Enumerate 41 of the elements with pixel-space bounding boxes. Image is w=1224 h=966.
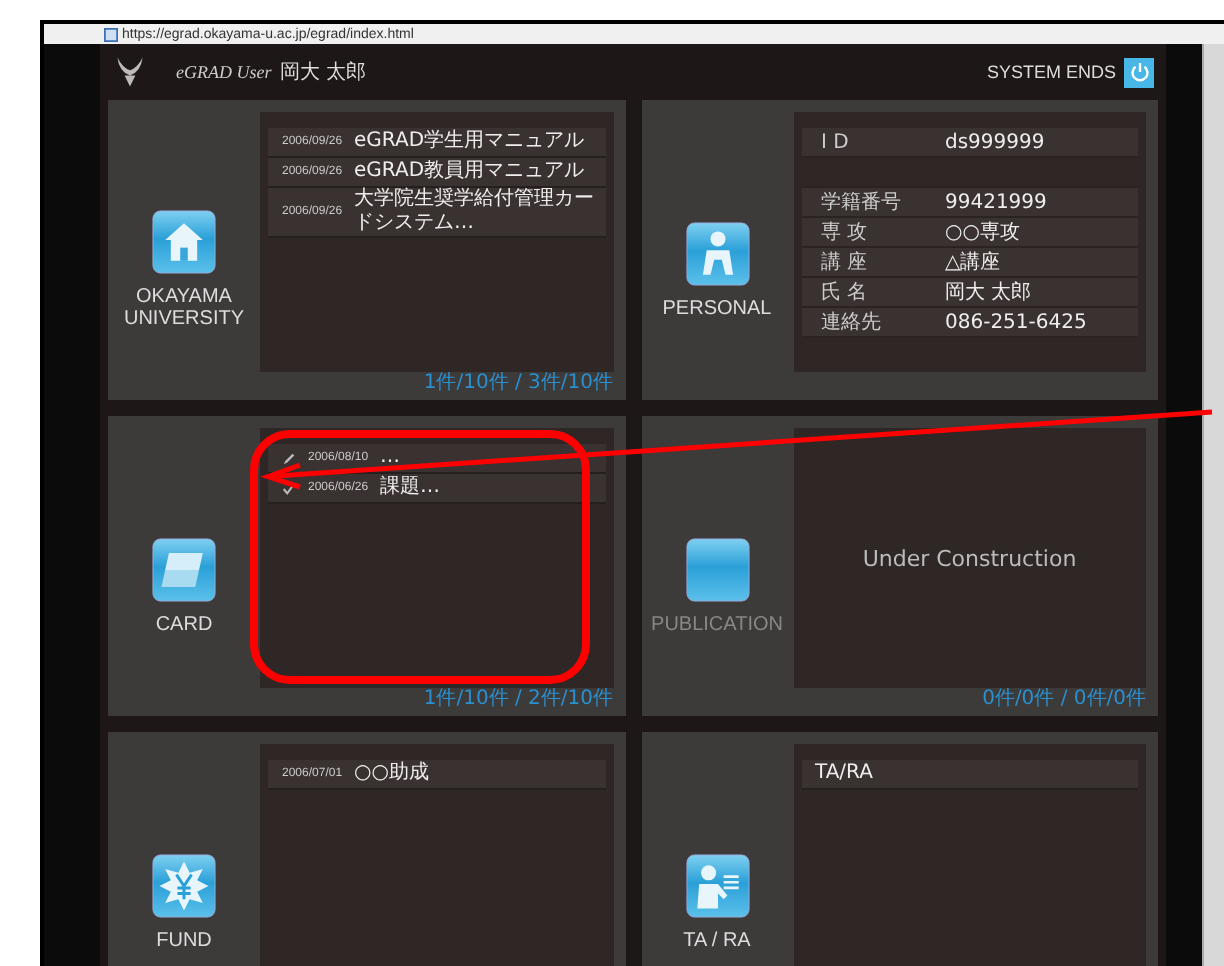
page-icon: [104, 27, 118, 41]
emblem-icon: [112, 54, 148, 90]
field-value: ds999999: [945, 131, 1045, 153]
field-value: ○○専攻: [945, 219, 1020, 246]
brand-logo: eGRAD User: [176, 62, 272, 82]
field-label: 連絡先: [821, 309, 883, 336]
panel-title[interactable]: PERSONAL: [645, 297, 789, 319]
news-title: …: [380, 446, 401, 470]
user-name: 岡大 太郎: [279, 59, 366, 86]
cards-icon[interactable]: [152, 537, 216, 601]
field-value: 99421999: [945, 191, 1047, 213]
news-title: TA/RA: [815, 762, 873, 786]
pencil-icon: [282, 451, 296, 465]
house-icon[interactable]: [152, 210, 216, 274]
panel-title[interactable]: OKAYAMA UNIVERSITY: [112, 286, 256, 330]
news-title: 課題…: [380, 476, 441, 500]
yen-icon[interactable]: [152, 853, 216, 917]
panel-title[interactable]: TA / RA: [645, 929, 789, 951]
panel-title[interactable]: FUND: [112, 929, 256, 951]
field-label: 氏 名: [821, 279, 870, 306]
check-icon: [282, 481, 296, 495]
field-label: 専 攻: [821, 219, 870, 246]
field-label: I D: [821, 131, 851, 153]
news-row[interactable]: TA/RA: [801, 760, 1138, 790]
status-message: Under Construction: [862, 545, 1077, 571]
news-title: eGRAD教員用マニュアル: [354, 160, 585, 184]
field-value: △講座: [945, 249, 1001, 276]
field-label: 講 座: [821, 249, 870, 276]
scrollbar[interactable]: [1202, 44, 1224, 966]
power-button[interactable]: [1124, 57, 1154, 87]
person-icon[interactable]: [685, 221, 749, 285]
teacher-icon[interactable]: [685, 853, 749, 917]
logout-label: SYSTEM ENDS: [986, 62, 1116, 82]
field-value: 岡大 太郎: [945, 279, 1032, 306]
blank-tile-icon[interactable]: [685, 537, 749, 601]
news-title: 大学院生奨学給付管理カードシステム…: [354, 188, 597, 236]
panel-title[interactable]: CARD: [112, 613, 256, 635]
news-title: eGRAD学生用マニュアル: [354, 130, 585, 154]
news-title: ○○助成: [354, 762, 429, 786]
field-label: 学籍番号: [821, 189, 903, 216]
field-value: 086-251-6425: [945, 311, 1087, 333]
